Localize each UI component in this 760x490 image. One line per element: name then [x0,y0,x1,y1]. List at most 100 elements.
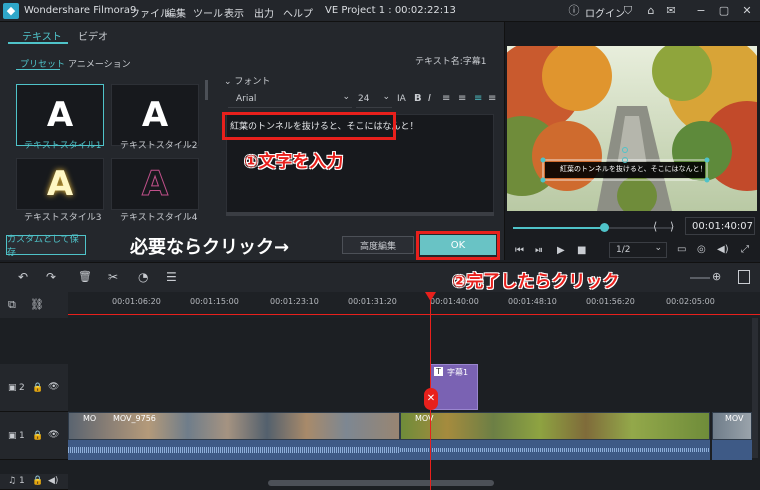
preset-style-1[interactable]: A [16,84,104,146]
add-track-icon[interactable]: ⧉ [8,298,16,312]
timeline-tracks: ▣ 2 🔒 👁 ▣ 1 🔒 👁 ♫ 1 🔒 ◀) T 字幕1 MO MOV_97… [0,318,760,490]
info-icon[interactable]: ⓘ [566,3,582,19]
chevron-down-icon: ⌄ [382,92,390,102]
lock-icon[interactable]: 🔒 [32,431,43,441]
menu-edit[interactable]: 編集 [166,5,186,20]
font-select[interactable]: Arial ⌄ [228,92,352,108]
advanced-edit-button[interactable]: 高度編集 [342,236,414,254]
cart-icon[interactable]: ⛉ [620,3,636,19]
timeline-vertical-scrollbar[interactable] [752,318,758,458]
save-custom-label: カスタムとして保存 [7,235,79,258]
close-icon[interactable]: ✕ [739,3,755,19]
timeline-ruler[interactable]: 00:01:06:20 00:01:15:00 00:01:23:10 00:0… [68,292,760,318]
playback-ratio-select[interactable]: 1/2 ⌄ [609,242,667,258]
mail-icon[interactable]: ✉ [663,3,679,19]
preview-progress-fill [513,227,603,229]
zoom-in-icon[interactable]: ⊕ [712,270,721,283]
menu-tools[interactable]: ツール [193,5,223,20]
ruler-range-line [68,314,760,315]
speed-icon[interactable]: ◔ [138,270,148,284]
redo-icon[interactable]: ↷ [46,270,56,284]
project-title: VE Project 1 : 00:02:22:13 [325,5,456,16]
tick-label: 00:01:40:00 [430,297,479,306]
menu-file[interactable]: ファイル [130,5,170,20]
subtab-animation[interactable]: アニメーション [68,57,131,70]
lock-icon[interactable]: 🔒 [32,476,43,486]
preset-style-2[interactable]: A [111,84,199,146]
video-clip-3[interactable]: MOV [712,412,752,440]
font-value: Arial [236,94,257,104]
preset-scrollbar[interactable] [205,80,208,100]
prev-frame-icon[interactable]: ⏮ [515,245,524,256]
text-name-label: テキスト名:字幕1 [415,57,487,67]
advanced-edit-label: 高度編集 [359,241,396,252]
link-icon[interactable]: ⛓ [30,298,44,311]
italic-icon[interactable]: I [428,93,431,104]
clip-label: MOV [725,414,744,423]
chevron-down-icon: ⌄ [342,92,350,102]
undo-icon[interactable]: ↶ [18,270,28,284]
tab-video[interactable]: ビデオ [78,28,108,43]
maximize-icon[interactable]: ▢ [716,3,732,19]
snapshot-icon[interactable]: ◎ [697,244,706,255]
preview-time: 00:01:40:07 [692,221,754,232]
align-left-icon[interactable]: ≡ [442,93,450,104]
preset-2-label: テキストスタイル2 [120,141,198,151]
stop-icon[interactable]: ■ [577,245,586,256]
timecode-box: 00:01:40:07 [685,217,755,235]
tick-label: 00:01:48:10 [508,297,557,306]
subtab-underline [16,69,60,70]
align-right-icon[interactable]: ≡ [474,93,482,104]
track-number: 1 [19,476,25,486]
bold-icon[interactable]: B [414,93,422,104]
video-clip-2[interactable]: MOV [400,412,710,440]
display-icon[interactable]: ▭ [677,244,686,255]
volume-icon[interactable]: ◀) [717,244,729,255]
preset-2-glyph: A [141,95,169,135]
preview-progress-handle[interactable] [600,223,609,232]
align-center-icon[interactable]: ≡ [458,93,466,104]
gift-icon[interactable]: ⌂ [643,3,659,19]
timeline-header-left: ⧉ ⛓ [0,292,68,318]
clip-label: MO [83,414,97,423]
menu-view[interactable]: 表示 [224,5,244,20]
lock-icon[interactable]: 🔒 [32,383,43,393]
preset-4-glyph: A [141,164,169,205]
delete-icon[interactable]: 🗑 [78,270,92,283]
text-height-icon[interactable]: ⅠA [397,94,406,104]
save-custom-button[interactable]: カスタムとして保存 [6,235,86,258]
align-justify-icon[interactable]: ≡ [488,93,496,104]
play-icon[interactable]: ▶ [557,245,565,256]
music-icon: ♫ [8,476,17,486]
video-clip-1[interactable]: MO MOV_9756 [68,412,400,440]
menu-export[interactable]: 出力 [254,5,274,20]
eye-icon[interactable]: 👁 [48,430,59,440]
size-select[interactable]: 24 ⌄ [356,92,392,108]
timeline-horizontal-scrollbar[interactable] [268,480,494,486]
mark-out-icon[interactable]: ⟩ [670,220,674,233]
step-back-icon[interactable]: ⏯ [535,245,543,256]
volume-icon[interactable]: ◀) [48,476,58,486]
track-manager-icon[interactable] [738,270,750,284]
preset-3-label: テキストスタイル3 [24,213,102,223]
fullscreen-icon[interactable]: ⤢ [741,244,749,255]
eye-icon[interactable]: 👁 [48,382,59,392]
login-link[interactable]: ログイン [585,5,625,20]
menu-help[interactable]: ヘルプ [283,5,313,20]
zoom-slider[interactable] [690,277,710,279]
preset-style-4[interactable]: A [111,158,199,210]
preset-style-3[interactable]: A [16,158,104,210]
cut-icon[interactable]: ✂ [108,270,118,284]
split-scissors-icon[interactable]: ✕ [424,388,438,410]
preset-3-glyph: A [46,164,74,204]
step2-annotation: ②完了したらクリック [452,272,620,292]
text-area-scrollbar[interactable] [226,212,494,216]
tab-text[interactable]: テキスト [22,28,62,43]
click-if-needed-annotation: 必要ならクリック→ [130,237,290,258]
app-title: Wondershare Filmora9 [24,5,137,16]
minimize-icon[interactable]: − [693,3,709,19]
audio-waveform-2 [400,440,710,460]
mark-in-icon[interactable]: ⟨ [653,220,657,233]
adjust-icon[interactable]: ☰ [166,270,177,284]
title-bar: ◆ Wondershare Filmora9 ファイル 編集 ツール 表示 出力… [0,0,760,22]
